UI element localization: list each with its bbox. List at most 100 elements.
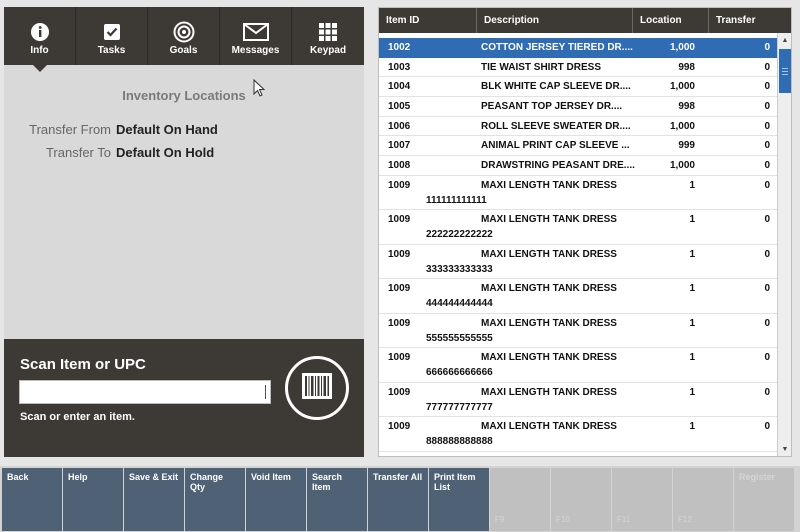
function-key-2[interactable]: Help xyxy=(63,468,123,531)
transfer-from-value: Default On Hand xyxy=(116,122,218,137)
item-id-cell: 1008 xyxy=(388,160,411,172)
location-cell: 1 xyxy=(637,456,695,457)
location-cell: 1,000 xyxy=(669,42,695,53)
nav-info-label: Info xyxy=(30,45,49,56)
scroll-down-icon[interactable]: ▼ xyxy=(778,442,791,456)
scan-area: Scan Item or UPC Scan or enter an item. xyxy=(4,339,364,457)
top-nav: Info Tasks Goals Messages Keypad xyxy=(4,7,364,72)
item-id-cell: 1002 xyxy=(388,42,411,53)
description-cell: MAXI LENGTH TANK DRESS xyxy=(481,456,637,457)
transfer-to-row: Transfer To Default On Hold xyxy=(4,145,214,160)
location-cell: 1 xyxy=(689,283,695,295)
item-id-cell: 1009 xyxy=(388,386,411,398)
scan-hint: Scan or enter an item. xyxy=(20,411,135,423)
function-key-10[interactable]: F10 xyxy=(551,468,611,531)
table-row[interactable]: 1009 MAXI LENGTH TANK DRESS 1 0 555555555555 xyxy=(379,314,777,349)
table-row[interactable]: 1005 PEASANT TOP JERSEY DR.... 998 0 xyxy=(379,97,777,117)
table-row[interactable]: 1004 BLK WHITE CAP SLEEVE DR.... 1,000 0 xyxy=(379,77,777,98)
function-key-label: Print Item List xyxy=(434,472,476,492)
function-key-6[interactable]: Search Item xyxy=(307,468,367,531)
transfer-cell: 0 xyxy=(764,421,770,433)
grid-header: Item ID Description Location Transfer xyxy=(379,8,791,33)
transfer-cell: 0 xyxy=(764,283,770,295)
function-key-label: Back xyxy=(7,472,29,482)
table-row[interactable]: 1008 DRAWSTRING PEASANT DRE.... 1,000 0 xyxy=(379,156,777,176)
item-id-cell: 1005 xyxy=(388,101,411,113)
table-row[interactable]: 1009 MAXI LENGTH TANK DRESS 1 0 444444444444 xyxy=(379,279,777,314)
nav-keypad-label: Keypad xyxy=(309,45,347,56)
function-key-3[interactable]: Save & Exit xyxy=(124,468,184,531)
function-key-13[interactable]: Register xyxy=(734,468,794,531)
function-key-8[interactable]: Print Item List xyxy=(429,468,489,531)
table-row[interactable]: 1003 TIE WAIST SHIRT DRESS 998 0 xyxy=(379,58,777,78)
table-row[interactable]: 1009 MAXI LENGTH TANK DRESS 1 0 333333333333 xyxy=(379,245,777,280)
transfer-from-label: Transfer From xyxy=(29,122,111,137)
description-cell: MAXI LENGTH TANK DRESS xyxy=(481,283,617,295)
column-header-location[interactable]: Location xyxy=(633,8,709,33)
vertical-scrollbar[interactable]: ▲ ▼ xyxy=(777,33,791,456)
item-subcode-cell: 888888888888 xyxy=(426,436,493,448)
column-header-description[interactable]: Description xyxy=(477,8,633,33)
envelope-icon xyxy=(242,21,269,43)
table-row[interactable]: 1009 MAXI LENGTH TANK DRESS 1 0 222222222222 xyxy=(379,210,777,245)
table-row[interactable]: 1009 MAXI LENGTH TANK DRESS 1 0 666666666666 xyxy=(379,348,777,383)
scan-barcode-button[interactable] xyxy=(285,356,349,420)
table-row[interactable]: 1009 MAXI LENGTH TANK DRESS 1 0 111111111111 xyxy=(379,176,777,211)
function-key-number: F9 xyxy=(495,515,505,524)
inventory-grid: Item ID Description Location Transfer 10… xyxy=(378,7,792,457)
function-key-7[interactable]: Transfer All xyxy=(368,468,428,531)
transfer-cell: 0 xyxy=(764,248,770,260)
nav-info[interactable]: Info xyxy=(4,7,76,72)
function-key-4[interactable]: Change Qty xyxy=(185,468,245,531)
description-cell: MAXI LENGTH TANK DRESS xyxy=(481,386,617,398)
table-row[interactable]: 1009 MAXI LENGTH TANK DRESS 1 0 888888888888 xyxy=(379,417,777,452)
function-key-9[interactable]: F9 xyxy=(490,468,550,531)
function-key-11[interactable]: F11 xyxy=(612,468,672,531)
description-cell: TIE WAIST SHIRT DRESS xyxy=(481,61,602,73)
item-id-cell: 1009 xyxy=(388,456,410,457)
description-cell: MAXI LENGTH TANK DRESS xyxy=(481,317,617,329)
scroll-up-icon[interactable]: ▲ xyxy=(778,33,791,47)
item-id-cell: 1009 xyxy=(388,421,411,433)
function-key-1[interactable]: Back xyxy=(2,468,62,531)
nav-tasks-label: Tasks xyxy=(97,45,126,56)
nav-tasks[interactable]: Tasks xyxy=(76,7,148,65)
transfer-cell: 0 xyxy=(764,42,770,53)
scroll-thumb[interactable] xyxy=(779,49,791,93)
nav-messages-label: Messages xyxy=(231,45,280,56)
location-cell: 1,000 xyxy=(669,120,695,132)
function-key-number: F12 xyxy=(678,515,692,524)
table-row[interactable]: 1007 ANIMAL PRINT CAP SLEEVE ... 999 0 xyxy=(379,136,777,157)
table-row[interactable]: 1002 COTTON JERSEY TIERED DR.... 1,000 0 xyxy=(379,38,777,58)
transfer-cell: 0 xyxy=(764,352,770,364)
table-row[interactable]: 1009 MAXI LENGTH TANK DRESS 1 0 777777777777 xyxy=(379,383,777,418)
table-row[interactable]: 1009 MAXI LENGTH TANK DRESS1 0 xyxy=(379,452,777,457)
item-id-cell: 1009 xyxy=(388,283,411,295)
item-subcode-cell: 555555555555 xyxy=(426,332,493,344)
column-header-transfer[interactable]: Transfer xyxy=(709,8,791,33)
description-cell: ANIMAL PRINT CAP SLEEVE ... xyxy=(481,140,630,152)
function-key-label: Transfer All xyxy=(373,472,423,482)
function-key-5[interactable]: Void Item xyxy=(246,468,306,531)
item-id-cell: 1009 xyxy=(388,214,411,226)
function-key-12[interactable]: F12 xyxy=(673,468,733,531)
item-subcode-cell: 222222222222 xyxy=(426,229,493,241)
transfer-cell: 0 xyxy=(764,120,770,132)
transfer-cell: 0 xyxy=(764,61,770,73)
transfer-cell: 0 xyxy=(764,160,770,172)
nav-messages[interactable]: Messages xyxy=(220,7,292,65)
item-subcode-cell: 666666666666 xyxy=(426,367,493,379)
column-header-item-id[interactable]: Item ID xyxy=(379,8,477,33)
scan-input[interactable] xyxy=(19,380,271,404)
item-id-cell: 1003 xyxy=(388,61,411,73)
table-row[interactable]: 1006 ROLL SLEEVE SWEATER DR.... 1,000 0 xyxy=(379,117,777,137)
location-cell: 1 xyxy=(689,421,695,433)
nav-goals[interactable]: Goals xyxy=(148,7,220,65)
function-key-label: Void Item xyxy=(251,472,291,482)
item-id-cell: 1007 xyxy=(388,140,411,152)
item-id-cell: 1009 xyxy=(388,317,411,329)
description-cell: MAXI LENGTH TANK DRESS xyxy=(481,214,617,226)
nav-keypad[interactable]: Keypad xyxy=(292,7,364,65)
transfer-cell: 0 xyxy=(764,214,770,226)
description-cell: MAXI LENGTH TANK DRESS xyxy=(481,352,617,364)
